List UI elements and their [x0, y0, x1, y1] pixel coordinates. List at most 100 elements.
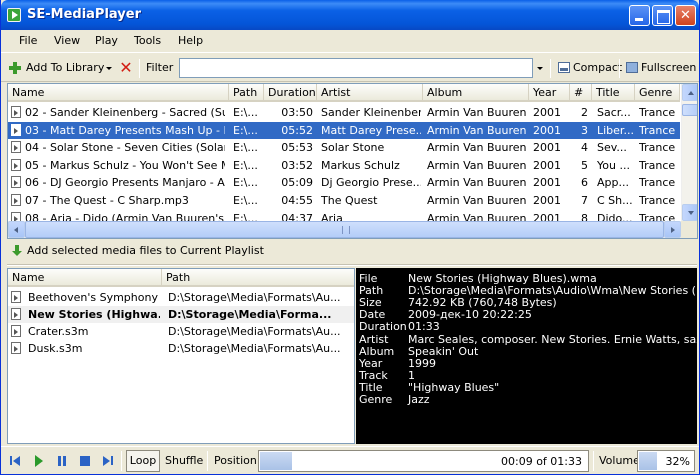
column-header-path[interactable]: Path — [229, 84, 264, 102]
playlist-header: Name Path — [8, 269, 354, 287]
app-icon — [7, 8, 21, 22]
cell-album: Armin Van Buuren ... — [427, 194, 527, 207]
cell-genre: Trance — [639, 176, 676, 190]
column-header-artist[interactable]: Artist — [317, 84, 423, 102]
stop-icon[interactable] — [78, 454, 92, 468]
volume-fill — [639, 452, 657, 470]
list-item[interactable]: Beethoven's Symphony N... D:\Storage\Medi… — [8, 289, 354, 306]
prev-icon[interactable] — [9, 454, 23, 468]
cell-artist: Sander Kleinenberg — [321, 106, 421, 119]
table-row[interactable]: 03 - Matt Darey Presents Mash Up - Li...… — [8, 121, 680, 139]
column-header-track[interactable]: # — [570, 84, 592, 102]
position-label: Position — [214, 454, 257, 467]
detail-value: 1 — [408, 368, 415, 382]
volume-slider[interactable]: 32% — [637, 450, 695, 472]
cell-path: E:\... — [233, 123, 258, 137]
menu-help[interactable]: Help — [178, 34, 203, 47]
cell-album: Armin Van Buuren ... — [427, 123, 527, 137]
pause-icon[interactable] — [55, 454, 69, 468]
loop-button[interactable]: Loop — [126, 450, 160, 472]
cell-path: D:\Storage\Media\Formats\Au... — [168, 291, 341, 304]
menu-file[interactable]: File — [19, 34, 37, 47]
audio-file-icon — [11, 308, 21, 320]
menu-play[interactable]: Play — [95, 34, 118, 47]
title-bar[interactable]: SE-MediaPlayer ✕ — [1, 0, 699, 30]
menu-tools[interactable]: Tools — [134, 34, 161, 47]
library-grid-header: Name Path Duration Artist Album Year # T… — [8, 84, 680, 102]
cell-name: New Stories (Highwa... — [28, 308, 160, 321]
detail-value: 2009-дек-10 20:22:25 — [408, 308, 532, 322]
minimize-button[interactable] — [629, 5, 650, 26]
detail-value: 742.92 KB (760,748 Bytes) — [408, 296, 557, 310]
menu-view[interactable]: View — [54, 34, 80, 47]
transport-separator — [207, 451, 208, 471]
list-item[interactable]: Crater.s3m D:\Storage\Media\Formats\Au... — [8, 323, 354, 340]
column-header-title[interactable]: Title — [592, 84, 635, 102]
next-icon[interactable] — [101, 454, 115, 468]
column-header-album[interactable]: Album — [423, 84, 529, 102]
toolbar-separator — [139, 59, 140, 78]
cell-path: D:\Storage\Media\Forma... — [168, 308, 332, 321]
volume-label: Volume — [599, 454, 640, 467]
filter-input[interactable] — [179, 58, 533, 78]
scroll-down-button[interactable] — [682, 204, 697, 221]
cell-path: D:\Storage\Media\Formats\Au... — [168, 342, 341, 355]
column-header-genre[interactable]: Genre — [635, 84, 680, 102]
detail-label: File — [359, 272, 378, 285]
scroll-up-button[interactable] — [682, 84, 697, 101]
audio-file-icon — [11, 158, 21, 171]
detail-value: New Stories (Highway Blues).wma — [408, 272, 597, 285]
add-library-dropdown-icon[interactable] — [106, 67, 112, 70]
play-icon[interactable] — [32, 454, 46, 468]
toolbar-separator — [619, 59, 620, 78]
table-row[interactable]: 07 - The Quest - C Sharp.mp3 E:\... 04:55 T… — [8, 192, 680, 209]
table-row[interactable]: 05 - Markus Schulz - You Won't See M... E… — [8, 157, 680, 174]
transport-separator — [121, 451, 122, 471]
horizontal-scroll-thumb[interactable] — [25, 221, 664, 238]
add-to-library-label: Add To Library — [26, 61, 105, 74]
shuffle-button[interactable]: Shuffle — [165, 454, 203, 467]
position-fill — [260, 452, 292, 470]
column-header-duration[interactable]: Duration — [264, 84, 317, 102]
column-header-name[interactable]: Name — [8, 84, 229, 102]
scroll-right-button[interactable] — [664, 221, 681, 238]
library-horizontal-scrollbar[interactable] — [8, 221, 681, 238]
close-button[interactable]: ✕ — [675, 5, 696, 26]
scrollbar-corner — [681, 221, 697, 238]
cell-year: 2001 — [533, 106, 561, 119]
vertical-scroll-thumb[interactable] — [682, 104, 697, 116]
table-row[interactable]: 02 - Sander Kleinenberg - Sacred (Sun...… — [8, 104, 680, 121]
list-item[interactable]: New Stories (Highwa... D:\Storage\Media\F… — [8, 306, 354, 323]
filter-dropdown-icon[interactable] — [537, 67, 543, 70]
cell-title: Sacr... — [597, 106, 631, 119]
playlist-grid[interactable]: Name Path Beethoven's Symphony N... D:\St… — [7, 268, 355, 444]
scroll-left-button[interactable] — [8, 221, 25, 238]
cell-title: Sev... — [597, 141, 627, 155]
maximize-button[interactable] — [652, 5, 673, 26]
cell-year: 2001 — [533, 194, 561, 207]
position-slider[interactable]: 00:09 of 01:33 — [258, 450, 589, 472]
fullscreen-label: Fullscreen — [641, 61, 697, 74]
table-row[interactable]: 06 - DJ Georgio Presents Manjaro - Ap...… — [8, 174, 680, 191]
transport-separator — [593, 451, 594, 471]
playlist-column-path[interactable]: Path — [162, 269, 354, 287]
cell-duration: 05:52 — [281, 123, 313, 137]
list-item[interactable]: Dusk.s3m D:\Storage\Media\Formats\Au... — [8, 340, 354, 357]
detail-label: Year — [359, 356, 383, 370]
cell-name: 04 - Solar Stone - Seven Cities (Solar S… — [25, 141, 225, 155]
divider — [7, 264, 697, 266]
scroll-grip-icon — [342, 226, 350, 234]
arrow-down-icon — [12, 245, 22, 257]
detail-label: Genre — [359, 393, 393, 406]
detail-label: Date — [359, 308, 386, 322]
playlist-column-name[interactable]: Name — [8, 269, 162, 287]
detail-value: D:\Storage\Media\Formats\Audio\Wma\New S… — [408, 284, 697, 298]
delete-icon[interactable]: ✕ — [119, 60, 133, 76]
table-row[interactable]: 04 - Solar Stone - Seven Cities (Solar S… — [8, 139, 680, 156]
library-vertical-scrollbar[interactable] — [681, 84, 697, 221]
cell-duration: 03:52 — [281, 158, 313, 172]
detail-value: Jazz — [408, 393, 430, 406]
column-header-year[interactable]: Year — [529, 84, 570, 102]
library-grid[interactable]: Name Path Duration Artist Album Year # T… — [7, 83, 698, 239]
cell-track: 3 — [581, 123, 588, 137]
